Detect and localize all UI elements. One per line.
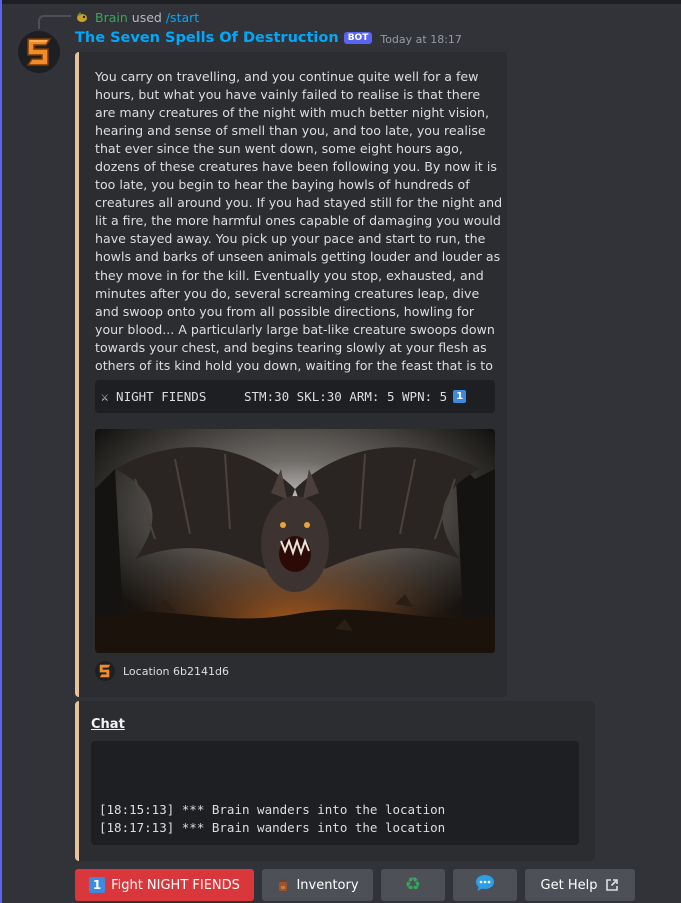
bot-tag-badge: BOT bbox=[343, 32, 373, 44]
bot-avatar[interactable] bbox=[18, 31, 60, 73]
inventory-button[interactable]: Inventory bbox=[262, 869, 373, 901]
reply-used-label: used bbox=[131, 9, 162, 25]
footer-logo-icon bbox=[95, 661, 115, 681]
recycle-icon: ♻ bbox=[404, 874, 422, 895]
inventory-button-label: Inventory bbox=[296, 877, 359, 893]
mention-highlight-rule bbox=[0, 0, 2, 903]
reply-username[interactable]: Brain bbox=[95, 10, 128, 25]
interaction-reply[interactable]: Brain used /start bbox=[75, 9, 199, 25]
message-timestamp[interactable]: Today at 18:17 bbox=[380, 33, 462, 46]
fight-button[interactable]: 1 Fight NIGHT FIENDS bbox=[75, 869, 254, 901]
night-fiend-image[interactable] bbox=[95, 429, 495, 653]
chat-embed: Chat [18:15:13] *** Brain wanders into t… bbox=[75, 701, 595, 861]
get-help-label: Get Help bbox=[540, 877, 598, 893]
enemy-stats-line: ⚔ NIGHT FIENDS STM:30 SKL:30 ARM: 5 WPN:… bbox=[101, 389, 448, 404]
embed-footer: Location 6b2141d6 bbox=[95, 661, 229, 681]
embed-description: You carry on travelling, and you continu… bbox=[95, 69, 503, 391]
backpack-icon bbox=[276, 878, 290, 892]
keycap-one-badge: 1 bbox=[453, 390, 467, 403]
chat-log: [18:15:13] *** Brain wanders into the lo… bbox=[91, 741, 579, 845]
enemy-stats-code: ⚔ NIGHT FIENDS STM:30 SKL:30 ARM: 5 WPN:… bbox=[95, 380, 495, 413]
top-bar bbox=[0, 0, 681, 4]
speech-bubble-icon bbox=[475, 874, 495, 896]
reply-command[interactable]: /start bbox=[166, 10, 199, 25]
chat-button[interactable] bbox=[453, 869, 517, 901]
chat-title: Chat bbox=[91, 717, 125, 732]
reply-spine bbox=[38, 15, 71, 29]
message-header: The Seven Spells Of Destruction BOT Toda… bbox=[75, 30, 462, 46]
footer-text: Location 6b2141d6 bbox=[123, 664, 229, 678]
story-embed: You carry on travelling, and you continu… bbox=[75, 52, 507, 697]
user-avatar-icon bbox=[75, 10, 89, 24]
fight-button-label: Fight NIGHT FIENDS bbox=[111, 877, 240, 893]
recycle-button[interactable]: ♻ bbox=[381, 869, 445, 901]
bot-name[interactable]: The Seven Spells Of Destruction bbox=[75, 30, 339, 46]
keycap-one-icon: 1 bbox=[89, 877, 106, 893]
get-help-button[interactable]: Get Help bbox=[525, 869, 635, 901]
external-link-icon bbox=[605, 878, 619, 892]
action-row: 1 Fight NIGHT FIENDS Inventory ♻ Get Hel… bbox=[75, 869, 635, 901]
